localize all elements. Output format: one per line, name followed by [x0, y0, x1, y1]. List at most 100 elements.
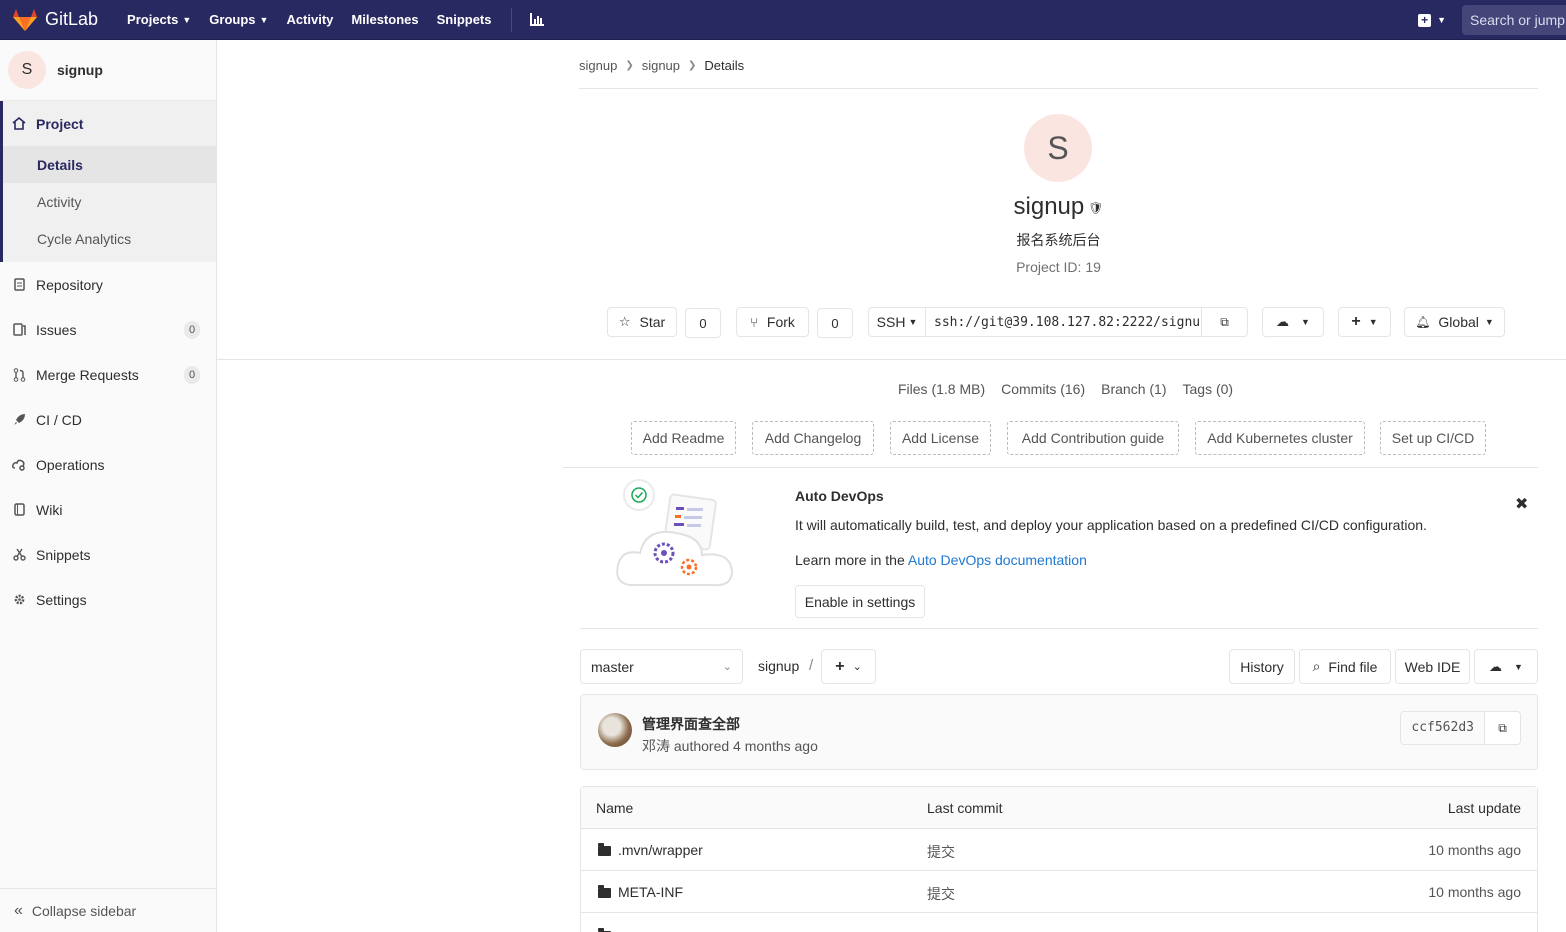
- nav-milestones[interactable]: Milestones: [342, 0, 427, 40]
- repo-path-root[interactable]: signup: [758, 658, 799, 674]
- setup-ci-cd-button[interactable]: Set up CI/CD: [1380, 421, 1486, 455]
- nav-activity[interactable]: Activity: [277, 0, 342, 40]
- table-row[interactable]: META-INF 提交 10 months ago: [581, 871, 1537, 913]
- sidebar-item-snippets[interactable]: Snippets: [0, 532, 216, 577]
- gitlab-logo[interactable]: GitLab: [12, 0, 98, 40]
- chevron-right-icon: ❯: [688, 60, 697, 71]
- divider: [563, 467, 1538, 468]
- file-last-update: 10 months ago: [1428, 884, 1521, 900]
- sidebar-item-operations[interactable]: Operations: [0, 442, 216, 487]
- sidebar-item-details[interactable]: Details: [3, 146, 216, 183]
- add-contribution-guide-button[interactable]: Add Contribution guide: [1007, 421, 1179, 455]
- add-kubernetes-cluster-button[interactable]: Add Kubernetes cluster: [1195, 421, 1365, 455]
- nav-projects[interactable]: Projects ▼: [118, 0, 200, 40]
- branch-selector[interactable]: master ⌄: [580, 649, 743, 684]
- issues-count-badge: 0: [184, 320, 200, 339]
- table-row[interactable]: .mvn/wrapper 提交 10 months ago: [581, 829, 1537, 871]
- column-last-update: Last update: [1447, 800, 1521, 816]
- chevron-right-icon: ❯: [625, 60, 634, 71]
- add-license-button[interactable]: Add License: [890, 421, 991, 455]
- search-input[interactable]: Search or jump: [1462, 5, 1566, 35]
- sidebar-item-ci-cd[interactable]: CI / CD: [0, 397, 216, 442]
- chevron-down-icon: ▼: [259, 14, 269, 25]
- project-stats: Files (1.8 MB) Commits (16) Branch (1) T…: [898, 381, 1249, 397]
- sidebar-item-repository[interactable]: Repository: [0, 262, 216, 307]
- star-count[interactable]: 0: [685, 308, 721, 338]
- auto-devops-docs-link[interactable]: Auto DevOps documentation: [908, 552, 1087, 568]
- sidebar-item-cycle-analytics[interactable]: Cycle Analytics: [3, 220, 216, 257]
- caret-down-icon: ▼: [1484, 317, 1494, 327]
- file-name[interactable]: META-INF: [618, 884, 683, 900]
- stat-branch[interactable]: Branch (1): [1101, 381, 1166, 397]
- close-icon[interactable]: ✖: [1515, 494, 1528, 514]
- gear-icon: [12, 593, 26, 607]
- chart-icon[interactable]: [522, 13, 552, 26]
- sidebar-item-issues[interactable]: Issues 0: [0, 307, 216, 352]
- auto-devops-title: Auto DevOps: [795, 488, 884, 504]
- find-file-button[interactable]: ⌕ Find file: [1299, 649, 1391, 684]
- file-last-commit[interactable]: 提交: [927, 842, 955, 862]
- copy-icon[interactable]: ⧉: [1485, 711, 1521, 745]
- copy-icon: ⧉: [1220, 314, 1229, 329]
- nav-snippets[interactable]: Snippets: [428, 0, 501, 40]
- stat-commits[interactable]: Commits (16): [1001, 381, 1085, 397]
- sidebar-item-settings[interactable]: Settings: [0, 577, 216, 622]
- commit-sha[interactable]: ccf562d3: [1400, 711, 1485, 745]
- table-row[interactable]: [581, 913, 1537, 932]
- enable-in-settings-button[interactable]: Enable in settings: [795, 585, 925, 618]
- new-item-dropdown[interactable]: + ▼: [1418, 13, 1446, 27]
- web-ide-button[interactable]: Web IDE: [1395, 649, 1470, 684]
- sidebar-project-header[interactable]: S signup: [0, 40, 216, 101]
- file-last-update: 10 months ago: [1428, 842, 1521, 858]
- caret-down-icon: ▼: [1301, 317, 1310, 327]
- new-file-dropdown[interactable]: + ▼: [1338, 307, 1391, 337]
- download-source-dropdown[interactable]: ☁ ▼: [1474, 649, 1538, 684]
- scissors-icon: [12, 548, 26, 562]
- history-button[interactable]: History: [1229, 649, 1295, 684]
- file-name[interactable]: .mvn/wrapper: [618, 842, 703, 858]
- book-icon: [12, 503, 26, 517]
- folder-icon: [598, 843, 611, 856]
- clone-protocol-dropdown[interactable]: SSH ▼: [868, 307, 926, 337]
- star-icon: ☆: [618, 314, 631, 329]
- double-chevron-left-icon: «: [14, 901, 23, 919]
- auto-devops-learn-more: Learn more in the Auto DevOps documentat…: [795, 552, 1087, 568]
- path-separator: /: [809, 657, 814, 674]
- add-to-tree-dropdown[interactable]: + ⌄: [821, 649, 876, 684]
- merge-icon: [12, 367, 26, 382]
- nav-groups[interactable]: Groups ▼: [200, 0, 277, 40]
- download-dropdown[interactable]: ☁ ▼: [1262, 307, 1324, 337]
- table-header: Name Last commit Last update: [581, 787, 1537, 829]
- sidebar-item-activity[interactable]: Activity: [3, 183, 216, 220]
- bell-icon: 🔔︎: [1415, 315, 1431, 329]
- doc-icon: [12, 278, 26, 292]
- folder-icon: [598, 885, 611, 898]
- add-changelog-button[interactable]: Add Changelog: [752, 421, 874, 455]
- merge-requests-count-badge: 0: [184, 365, 200, 384]
- breadcrumb-current[interactable]: Details: [704, 58, 744, 73]
- file-last-commit[interactable]: 提交: [927, 884, 955, 904]
- stat-tags[interactable]: Tags (0): [1183, 381, 1234, 397]
- divider: [217, 359, 1566, 360]
- project-description: 报名系统后台: [1016, 232, 1101, 248]
- column-name: Name: [596, 800, 634, 816]
- copy-url-button[interactable]: ⧉: [1201, 307, 1248, 337]
- sidebar-item-merge-requests[interactable]: Merge Requests 0: [0, 352, 216, 397]
- star-button[interactable]: ☆ Star: [607, 307, 677, 337]
- breadcrumb-project[interactable]: signup: [642, 58, 680, 73]
- fork-button[interactable]: ⑂ Fork: [736, 307, 809, 337]
- clone-url-input[interactable]: ssh://git@39.108.127.82:2222/signup/sign…: [925, 307, 1201, 337]
- collapse-sidebar-button[interactable]: « Collapse sidebar: [0, 888, 216, 932]
- sidebar-item-wiki[interactable]: Wiki: [0, 487, 216, 532]
- notification-dropdown[interactable]: 🔔︎ Global ▼: [1404, 307, 1505, 337]
- project-name: signup: [57, 62, 103, 78]
- last-commit-box: 管理界面查全部 邓涛 authored 4 months ago ccf562d…: [580, 694, 1538, 770]
- fork-count[interactable]: 0: [817, 308, 853, 338]
- stat-files[interactable]: Files (1.8 MB): [898, 381, 985, 397]
- breadcrumb-group[interactable]: signup: [579, 58, 617, 73]
- author-avatar[interactable]: [598, 713, 632, 747]
- sidebar-item-project[interactable]: Project: [3, 101, 216, 146]
- file-tree-table: Name Last commit Last update .mvn/wrappe…: [580, 786, 1538, 932]
- commit-title[interactable]: 管理界面查全部: [642, 714, 740, 734]
- add-readme-button[interactable]: Add Readme: [631, 421, 736, 455]
